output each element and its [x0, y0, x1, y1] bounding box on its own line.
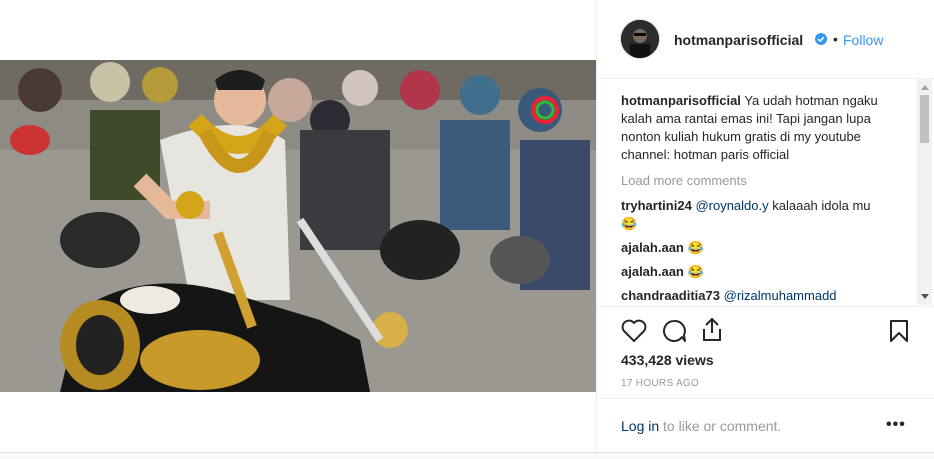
post-sidebar: hotmanparisofficial • Follow hotmanparis…	[596, 0, 934, 452]
header-separator: •	[833, 31, 838, 47]
share-icon[interactable]	[700, 317, 724, 343]
comment-mention[interactable]: @rizalmuhammadd	[724, 288, 837, 303]
scroll-up-arrow-icon[interactable]	[921, 85, 929, 90]
login-link[interactable]: Log in	[621, 418, 659, 434]
profile-avatar[interactable]	[621, 20, 659, 58]
caption-username[interactable]: hotmanparisofficial	[621, 93, 741, 108]
comment-emoji: 😂	[687, 264, 704, 279]
comment-username[interactable]: tryhartini24	[621, 198, 692, 213]
video-frame	[0, 60, 596, 392]
comment-item: tryhartini24 @roynaldo.y kalaaah idola m…	[621, 197, 901, 233]
comments-scrollbar[interactable]	[917, 79, 932, 305]
login-rest: to like or comment.	[659, 418, 782, 434]
comment-emoji: 😂	[621, 216, 638, 231]
post-media	[0, 0, 596, 452]
like-heart-icon[interactable]	[621, 319, 647, 343]
more-options-icon[interactable]: •••	[886, 416, 906, 434]
comment-item: ajalah.aan 😂	[621, 263, 901, 281]
comment-item: chandraaditia73 @rizalmuhammadd	[621, 287, 901, 305]
comment-emoji: 😂	[687, 240, 704, 255]
save-bookmark-icon[interactable]	[889, 319, 909, 343]
post-card: hotmanparisofficial • Follow hotmanparis…	[0, 0, 934, 453]
comment-username[interactable]: ajalah.aan	[621, 240, 684, 255]
avatar-image	[621, 20, 659, 58]
load-more-comments-button[interactable]: Load more comments	[621, 173, 747, 188]
comments-list: hotmanparisofficial Ya udah hotman ngaku…	[597, 79, 917, 305]
post-timestamp[interactable]: 17 HOURS AGO	[621, 378, 699, 389]
comment-text: kalaaah idola mu	[768, 198, 871, 213]
comment-mention[interactable]: @roynaldo.y	[695, 198, 768, 213]
post-username[interactable]: hotmanparisofficial	[674, 32, 803, 48]
scrollbar-thumb[interactable]	[920, 95, 929, 143]
login-prompt: Log in to like or comment. •••	[597, 398, 934, 454]
login-text: Log in to like or comment.	[621, 418, 781, 434]
video-player[interactable]	[0, 60, 596, 392]
follow-button[interactable]: Follow	[843, 32, 883, 48]
view-count[interactable]: 433,428 views	[621, 352, 714, 368]
post-actions: 433,428 views 17 HOURS AGO Log in to lik…	[597, 306, 934, 453]
verified-badge-icon	[815, 33, 827, 45]
scroll-down-arrow-icon[interactable]	[921, 294, 929, 299]
post-caption: hotmanparisofficial Ya udah hotman ngaku…	[621, 92, 896, 164]
comment-username[interactable]: chandraaditia73	[621, 288, 720, 303]
comment-username[interactable]: ajalah.aan	[621, 264, 684, 279]
comment-bubble-icon[interactable]	[661, 319, 687, 343]
comment-item: ajalah.aan 😂	[621, 239, 901, 257]
post-header: hotmanparisofficial • Follow	[597, 0, 934, 79]
